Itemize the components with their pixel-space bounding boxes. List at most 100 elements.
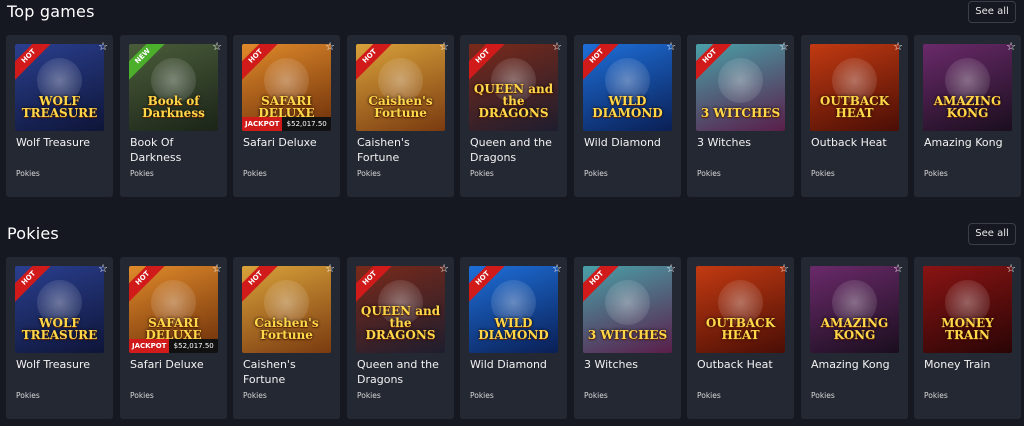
- game-name[interactable]: 3 Witches: [697, 135, 789, 150]
- star-outline-icon[interactable]: ☆: [1006, 41, 1016, 52]
- game-name[interactable]: Wolf Treasure: [16, 357, 108, 372]
- game-card[interactable]: AMAZING KONG ☆ Amazing Kong Pokies: [801, 257, 908, 419]
- game-category: Pokies: [811, 391, 835, 400]
- game-name[interactable]: Queen and the Dragons: [470, 135, 562, 165]
- game-name[interactable]: Safari Deluxe: [130, 357, 222, 372]
- thumbnail-logo-text: SAFARI DELUXE: [145, 316, 202, 342]
- game-name[interactable]: Caishen's Fortune: [243, 357, 335, 387]
- star-outline-icon[interactable]: ☆: [779, 263, 789, 274]
- game-card[interactable]: WOLF TREASURE HOT ☆ Wolf Treasure Pokies: [6, 35, 113, 197]
- game-thumbnail[interactable]: MONEY TRAIN: [923, 266, 1012, 353]
- game-thumbnail[interactable]: SAFARI DELUXE HOT JACKPOT $52,017.50: [242, 44, 331, 131]
- thumbnail-logo-text: SAFARI DELUXE: [258, 94, 315, 120]
- game-thumbnail[interactable]: OUTBACK HEAT: [696, 266, 785, 353]
- game-category: Pokies: [584, 391, 608, 400]
- game-name[interactable]: Outback Heat: [697, 357, 789, 372]
- game-thumbnail[interactable]: AMAZING KONG: [923, 44, 1012, 131]
- game-card[interactable]: AMAZING KONG ☆ Amazing Kong Pokies: [914, 35, 1021, 197]
- game-thumbnail[interactable]: WOLF TREASURE HOT: [15, 44, 104, 131]
- game-thumbnail[interactable]: WILD DIAMOND HOT: [583, 44, 672, 131]
- game-category: Pokies: [130, 391, 154, 400]
- game-category: Pokies: [243, 391, 267, 400]
- thumbnail-artwork: [605, 280, 650, 325]
- see-all-button[interactable]: See all: [968, 1, 1016, 23]
- game-card[interactable]: SAFARI DELUXE HOT JACKPOT $52,017.50 ☆ Safari…: [233, 35, 340, 197]
- see-all-button[interactable]: See all: [968, 223, 1016, 245]
- game-name[interactable]: Safari Deluxe: [243, 135, 335, 150]
- game-category: Pokies: [924, 391, 948, 400]
- game-card[interactable]: WOLF TREASURE HOT ☆ Wolf Treasure Pokies: [6, 257, 113, 419]
- game-name[interactable]: Book Of Darkness: [130, 135, 222, 165]
- star-outline-icon[interactable]: ☆: [212, 263, 222, 274]
- thumbnail-logo-text: 3 WITCHES: [700, 106, 781, 120]
- game-thumbnail[interactable]: OUTBACK HEAT: [810, 44, 899, 131]
- game-card[interactable]: OUTBACK HEAT ☆ Outback Heat Pokies: [801, 35, 908, 197]
- game-name[interactable]: Amazing Kong: [811, 357, 903, 372]
- game-thumbnail[interactable]: QUEEN and the DRAGONS HOT: [356, 266, 445, 353]
- star-outline-icon[interactable]: ☆: [325, 41, 335, 52]
- thumbnail-logo-text: Caishen's Fortune: [368, 94, 433, 120]
- section-title: Top games: [7, 2, 95, 21]
- game-card[interactable]: QUEEN and the DRAGONS HOT ☆ Queen and the D…: [460, 35, 567, 197]
- jackpot-label: JACKPOT: [242, 117, 283, 131]
- game-card[interactable]: Book of Darkness NEW ☆ Book Of Darkness Poki…: [120, 35, 227, 197]
- game-thumbnail[interactable]: 3 WITCHES HOT: [583, 266, 672, 353]
- game-name[interactable]: Amazing Kong: [924, 135, 1016, 150]
- game-category: Pokies: [584, 169, 608, 178]
- game-thumbnail[interactable]: Book of Darkness NEW: [129, 44, 218, 131]
- game-name[interactable]: Outback Heat: [811, 135, 903, 150]
- game-category: Pokies: [243, 169, 267, 178]
- game-category: Pokies: [357, 391, 381, 400]
- game-name[interactable]: Caishen's Fortune: [357, 135, 449, 165]
- game-thumbnail[interactable]: 3 WITCHES HOT: [696, 44, 785, 131]
- game-category: Pokies: [697, 391, 721, 400]
- thumbnail-logo-text: AMAZING KONG: [933, 94, 1002, 120]
- game-thumbnail[interactable]: WOLF TREASURE HOT: [15, 266, 104, 353]
- star-outline-icon[interactable]: ☆: [779, 41, 789, 52]
- game-thumbnail[interactable]: Caishen's Fortune HOT: [356, 44, 445, 131]
- game-card[interactable]: QUEEN and the DRAGONS HOT ☆ Queen and the D…: [347, 257, 454, 419]
- star-outline-icon[interactable]: ☆: [666, 263, 676, 274]
- game-name[interactable]: 3 Witches: [584, 357, 676, 372]
- star-outline-icon[interactable]: ☆: [1006, 263, 1016, 274]
- jackpot-banner: JACKPOT $52,017.50: [129, 339, 218, 353]
- thumbnail-logo-text: QUEEN and the DRAGONS: [360, 304, 441, 342]
- star-outline-icon[interactable]: ☆: [552, 263, 562, 274]
- star-outline-icon[interactable]: ☆: [439, 41, 449, 52]
- jackpot-amount: $52,017.50: [282, 117, 331, 131]
- game-card[interactable]: SAFARI DELUXE HOT JACKPOT $52,017.50 ☆ Safari…: [120, 257, 227, 419]
- thumbnail-artwork: [718, 58, 763, 103]
- game-name[interactable]: Money Train: [924, 357, 1016, 372]
- game-name[interactable]: Wolf Treasure: [16, 135, 108, 150]
- star-outline-icon[interactable]: ☆: [552, 41, 562, 52]
- game-category: Pokies: [16, 391, 40, 400]
- game-name[interactable]: Wild Diamond: [584, 135, 676, 150]
- game-thumbnail[interactable]: AMAZING KONG: [810, 266, 899, 353]
- game-name[interactable]: Wild Diamond: [470, 357, 562, 372]
- section-header: Top games See all: [0, 0, 1024, 26]
- game-thumbnail[interactable]: Caishen's Fortune HOT: [242, 266, 331, 353]
- game-card[interactable]: WILD DIAMOND HOT ☆ Wild Diamond Pokies: [574, 35, 681, 197]
- game-thumbnail[interactable]: QUEEN and the DRAGONS HOT: [469, 44, 558, 131]
- star-outline-icon[interactable]: ☆: [212, 41, 222, 52]
- game-thumbnail[interactable]: WILD DIAMOND HOT: [469, 266, 558, 353]
- game-card[interactable]: Caishen's Fortune HOT ☆ Caishen's Fortune Po…: [347, 35, 454, 197]
- game-card[interactable]: OUTBACK HEAT ☆ Outback Heat Pokies: [687, 257, 794, 419]
- star-outline-icon[interactable]: ☆: [98, 263, 108, 274]
- game-name[interactable]: Queen and the Dragons: [357, 357, 449, 387]
- game-card[interactable]: WILD DIAMOND HOT ☆ Wild Diamond Pokies: [460, 257, 567, 419]
- star-outline-icon[interactable]: ☆: [325, 263, 335, 274]
- game-category: Pokies: [811, 169, 835, 178]
- star-outline-icon[interactable]: ☆: [893, 263, 903, 274]
- thumbnail-logo-text: QUEEN and the DRAGONS: [473, 82, 554, 120]
- game-card[interactable]: MONEY TRAIN ☆ Money Train Pokies: [914, 257, 1021, 419]
- game-card[interactable]: 3 WITCHES HOT ☆ 3 Witches Pokies: [687, 35, 794, 197]
- thumbnail-logo-text: WILD DIAMOND: [592, 94, 663, 120]
- star-outline-icon[interactable]: ☆: [666, 41, 676, 52]
- star-outline-icon[interactable]: ☆: [893, 41, 903, 52]
- game-thumbnail[interactable]: SAFARI DELUXE HOT JACKPOT $52,017.50: [129, 266, 218, 353]
- game-card[interactable]: 3 WITCHES HOT ☆ 3 Witches Pokies: [574, 257, 681, 419]
- star-outline-icon[interactable]: ☆: [98, 41, 108, 52]
- star-outline-icon[interactable]: ☆: [439, 263, 449, 274]
- game-card[interactable]: Caishen's Fortune HOT ☆ Caishen's Fortune Po…: [233, 257, 340, 419]
